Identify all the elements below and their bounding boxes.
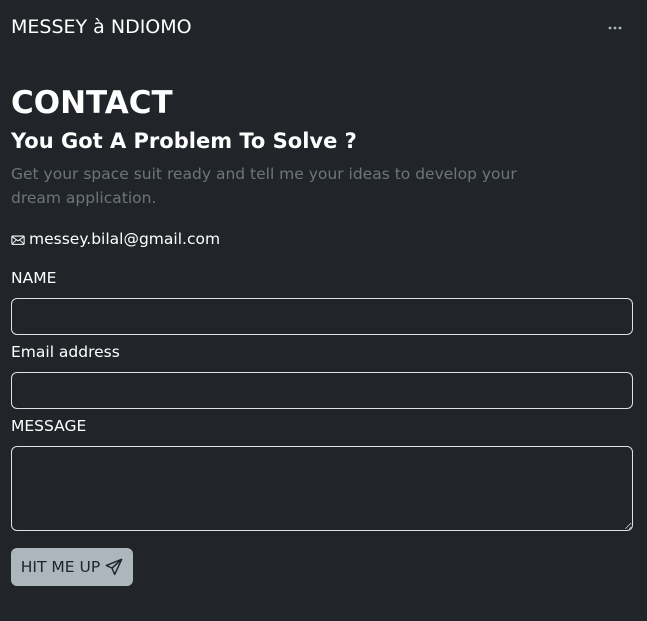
submit-button[interactable]: HIT ME UP: [11, 548, 133, 586]
contact-email: messey.bilal@gmail.com: [11, 228, 220, 250]
message-label: MESSAGE: [11, 417, 87, 435]
more-horizontal-icon: [608, 26, 622, 30]
email-address-link[interactable]: messey.bilal@gmail.com: [29, 228, 220, 250]
page-title: CONTACT: [11, 85, 173, 121]
send-icon: [105, 558, 123, 576]
name-input[interactable]: [11, 298, 633, 335]
submit-button-label: HIT ME UP: [20, 558, 101, 576]
email-input[interactable]: [11, 372, 633, 409]
envelope-icon: [11, 235, 25, 245]
lead-text: Get your space suit ready and tell me yo…: [11, 165, 517, 207]
message-textarea[interactable]: [11, 446, 633, 531]
navbar-menu-button[interactable]: [604, 18, 626, 38]
page-subtitle: You Got A Problem To Solve ?: [11, 129, 357, 153]
brand-link[interactable]: MESSEY à NDIOMO: [11, 15, 192, 39]
navbar: MESSEY à NDIOMO: [0, 0, 647, 56]
name-label: NAME: [11, 269, 57, 287]
email-label: Email address: [11, 343, 120, 361]
